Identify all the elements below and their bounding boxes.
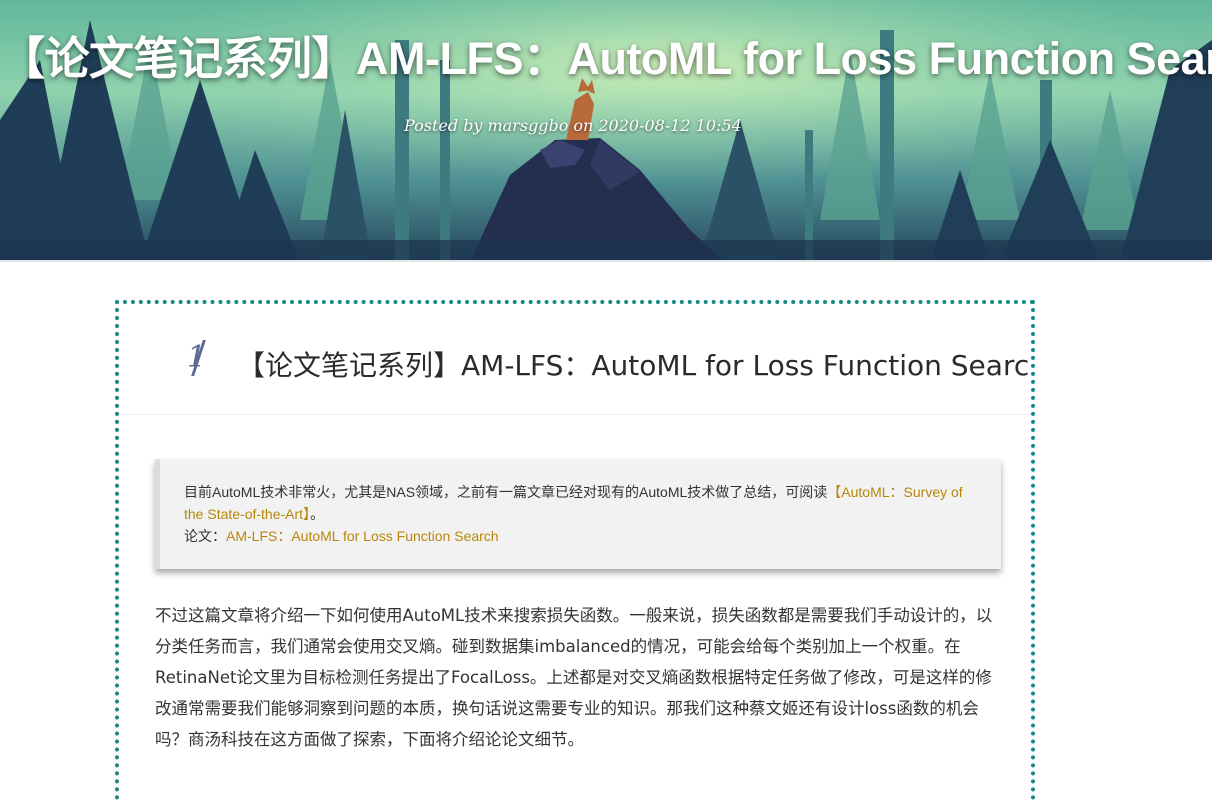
intro-end-mark: 。 — [310, 506, 325, 522]
article-card: 1 【论文笔记系列】AM-LFS：AutoML for Loss Functio… — [115, 300, 1035, 800]
section-heading-row: 1 【论文笔记系列】AM-LFS：AutoML for Loss Functio… — [119, 304, 1031, 415]
section-heading[interactable]: 【论文笔记系列】AM-LFS：AutoML for Loss Function … — [237, 344, 1031, 384]
paper-label: 论文： — [184, 528, 226, 544]
posted-by-label: Posted by — [404, 116, 483, 135]
paper-link[interactable]: AM-LFS：AutoML for Loss Function Search — [226, 528, 499, 544]
body-paragraph: 不过这篇文章将介绍一下如何使用AutoML技术来搜索损失函数。一般来说，损失函数… — [155, 606, 993, 749]
header-banner: 【论文笔记系列】AM-LFS：AutoML for Loss Function … — [0, 0, 1212, 262]
header-divider — [0, 260, 1212, 262]
page-title: 【论文笔记系列】AM-LFS：AutoML for Loss Function … — [0, 33, 1212, 84]
section-number: 1 — [187, 340, 207, 375]
intro-text: 目前AutoML技术非常火，尤其是NAS领域，之前有一篇文章已经对现有的Auto… — [184, 484, 828, 500]
on-label: on — [573, 116, 594, 135]
post-datetime: 2020-08-12 10:54 — [598, 116, 742, 135]
intro-line: 目前AutoML技术非常火，尤其是NAS领域，之前有一篇文章已经对现有的Auto… — [184, 481, 979, 525]
author-link[interactable]: marsggbo — [487, 116, 568, 135]
post-meta: Posted by marsggbo on 2020-08-12 10:54 — [404, 116, 747, 135]
paper-line: 论文：AM-LFS：AutoML for Loss Function Searc… — [184, 525, 979, 547]
intro-blockquote: 目前AutoML技术非常火，尤其是NAS领域，之前有一篇文章已经对现有的Auto… — [155, 459, 1001, 569]
